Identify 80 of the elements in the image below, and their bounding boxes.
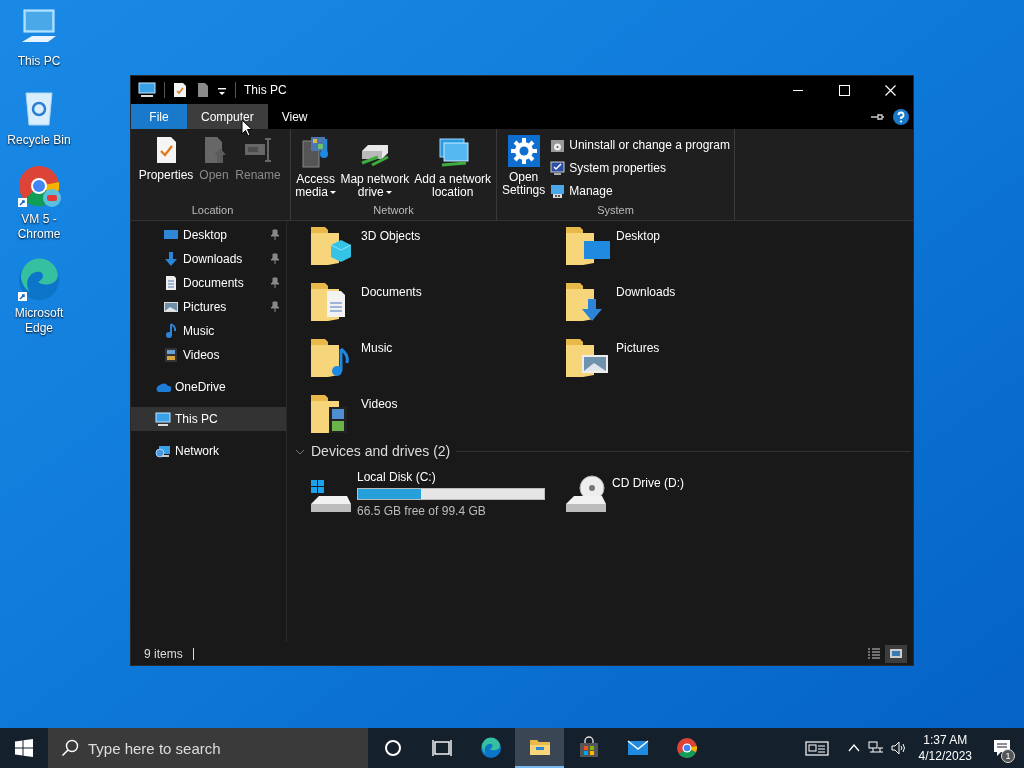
ribbon-group-label: Location xyxy=(190,202,235,218)
desktop-icon-label[interactable]: Microsoft Edge xyxy=(6,306,72,336)
ribbon-command[interactable]: Manage xyxy=(550,182,730,200)
nav-item[interactable]: OneDrive xyxy=(131,375,286,399)
ribbon-command[interactable]: Uninstall or change a program xyxy=(550,136,730,154)
section-header[interactable]: Devices and drives (2) xyxy=(311,441,451,462)
ribbon-button[interactable]: Map network drive xyxy=(340,135,410,199)
clock[interactable]: 1:37 AM 4/12/2023 xyxy=(910,728,980,768)
ribbon-button[interactable]: Properties xyxy=(139,135,193,182)
minimize-icon xyxy=(793,89,803,91)
drive-item[interactable]: Local Disk (C:) 66.5 GB free of 99.4 GB xyxy=(307,468,562,520)
item-count: 9 items xyxy=(144,645,183,663)
close-icon xyxy=(884,84,896,96)
chrome-icon xyxy=(674,736,699,760)
maximize-icon xyxy=(838,84,850,96)
details-view-icon xyxy=(867,647,881,660)
edge-icon xyxy=(478,736,503,760)
settings-icon xyxy=(507,135,540,167)
taskbar-app-button[interactable] xyxy=(515,728,564,768)
windows-logo-icon xyxy=(15,739,33,757)
disc-box-icon xyxy=(550,137,566,153)
help-icon[interactable] xyxy=(893,108,909,125)
chevron-icon[interactable] xyxy=(295,447,305,456)
download-arrow-icon xyxy=(163,251,179,267)
film-icon xyxy=(163,347,179,363)
edge-icon[interactable] xyxy=(16,258,62,304)
ribbon-command[interactable]: System properties xyxy=(550,159,730,177)
properties-icon[interactable] xyxy=(173,82,187,98)
computer-icon xyxy=(155,411,171,427)
picture-icon xyxy=(163,299,179,315)
view-button[interactable] xyxy=(885,644,907,663)
ribbon-button[interactable]: Open Settings xyxy=(501,135,547,197)
search-icon xyxy=(61,739,79,757)
desktop-icon-label[interactable]: VM 5 - Chrome xyxy=(6,212,72,242)
system-properties-icon xyxy=(550,160,566,176)
chrome-icon[interactable] xyxy=(16,164,62,210)
pin-icon[interactable] xyxy=(871,111,885,122)
notification-count-badge: 1 xyxy=(1001,749,1015,763)
folder-item[interactable]: Downloads xyxy=(564,279,819,323)
ribbon-group-label: System xyxy=(596,202,635,218)
rename-icon xyxy=(243,135,273,165)
ribbon-group-label: Network xyxy=(372,202,415,218)
folder-item[interactable]: Music xyxy=(309,335,564,379)
nav-item[interactable]: Music xyxy=(131,319,286,343)
document-icon xyxy=(163,275,179,291)
drive-item[interactable]: CD Drive (D:) xyxy=(562,468,817,520)
drive-space-text: 66.5 GB free of 99.4 GB xyxy=(357,503,487,520)
desktop-icon-label[interactable]: This PC xyxy=(6,54,72,69)
folder-item[interactable]: Desktop xyxy=(564,223,819,267)
desktop-icon-label[interactable]: Recycle Bin xyxy=(6,133,72,148)
ribbon-button[interactable]: Add a network location xyxy=(413,135,492,199)
ribbon-button[interactable]: Access media xyxy=(295,135,337,199)
news-icon xyxy=(804,740,829,756)
computer-icon xyxy=(138,82,156,98)
large-icons-view-icon xyxy=(889,647,903,660)
nav-item[interactable]: Documents xyxy=(131,271,286,295)
network-icon xyxy=(155,443,171,459)
nav-item[interactable]: Videos xyxy=(131,343,286,367)
notifications-button[interactable]: 1 xyxy=(980,728,1024,768)
drive-name: Local Disk (C:) xyxy=(357,469,437,486)
nav-item[interactable]: Network xyxy=(131,439,286,463)
folder-item[interactable]: Pictures xyxy=(564,335,819,379)
folder-item[interactable]: Videos xyxy=(309,391,564,435)
volume-icon xyxy=(890,740,907,756)
search-field[interactable]: Type here to search xyxy=(48,728,368,768)
music-note-icon xyxy=(163,323,179,339)
document-icon[interactable] xyxy=(197,82,209,98)
nav-item[interactable]: Pictures xyxy=(131,295,286,319)
folder-item[interactable]: Documents xyxy=(309,279,564,323)
ribbon-tab[interactable]: View xyxy=(267,104,322,129)
manage-computer-icon xyxy=(550,183,566,199)
ribbon-tab[interactable]: Computer xyxy=(187,104,268,129)
folder-item[interactable]: 3D Objects xyxy=(309,223,564,267)
nav-item[interactable]: Desktop xyxy=(131,223,286,247)
network-icon xyxy=(867,740,884,756)
nav-item[interactable]: This PC xyxy=(131,407,286,431)
drive-name: CD Drive (D:) xyxy=(612,475,684,492)
nav-item[interactable]: Downloads xyxy=(131,247,286,271)
file-tab[interactable]: File xyxy=(131,104,187,129)
window-title: This PC xyxy=(244,82,287,99)
